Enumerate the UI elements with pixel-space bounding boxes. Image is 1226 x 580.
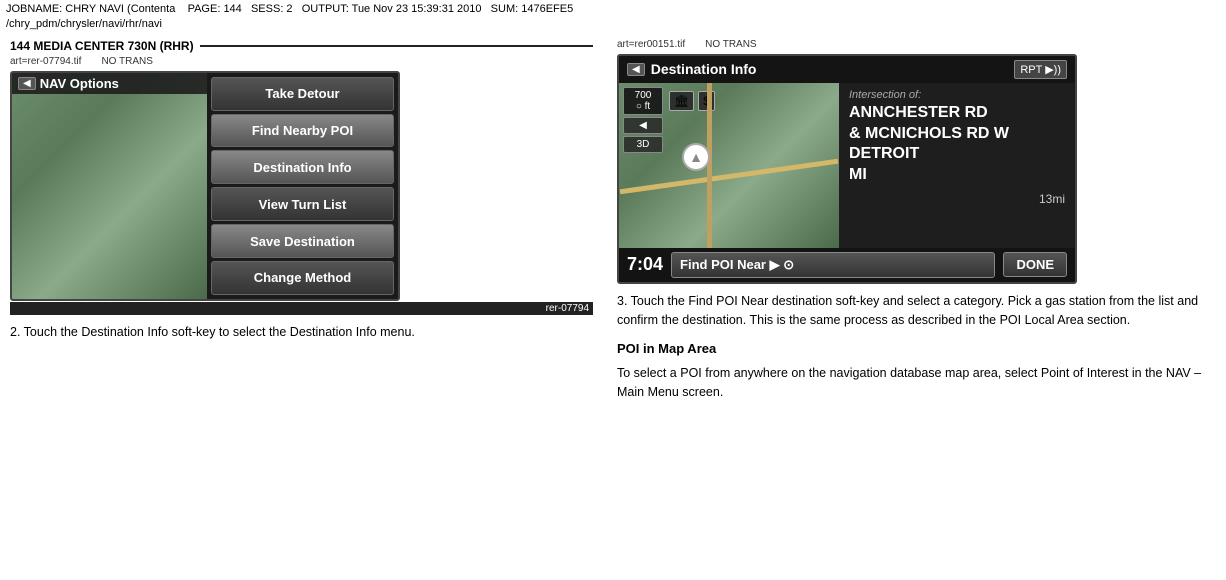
page-content: 144 MEDIA CENTER 730N (RHR) art=rer-0779…	[0, 35, 1226, 407]
header-bar: JOBNAME: CHRY NAVI (Contenta PAGE: 144 S…	[0, 0, 1226, 35]
right-column: art=rer00151.tif NO TRANS ◀ Destination …	[613, 39, 1216, 403]
rer-label: rer-07794	[10, 302, 593, 315]
change-method-button[interactable]: Change Method	[211, 261, 394, 295]
save-destination-button[interactable]: Save Destination	[211, 224, 394, 258]
map-back-button[interactable]: ◀	[623, 117, 663, 134]
nav-menu-buttons: Take Detour Find Nearby POI Destination …	[207, 73, 398, 299]
heading-bar	[200, 45, 593, 47]
find-nearby-poi-button[interactable]: Find Nearby POI	[211, 114, 394, 148]
path-info: /chry_pdm/chrysler/navi/rhr/navi	[6, 18, 162, 30]
intersection-line2: & MCNICHOLS RD W	[849, 124, 1065, 145]
dest-main: 700○ ft ◀ 3D 🏛 $ ▲ Intersection of:	[619, 83, 1075, 248]
section-heading-text: 144 MEDIA CENTER 730N (RHR)	[10, 39, 194, 53]
dest-map-area: 700○ ft ◀ 3D 🏛 $ ▲	[619, 83, 839, 248]
poi-heading: POI in Map Area	[617, 341, 1216, 356]
dest-road-vertical	[707, 83, 712, 248]
job-info: JOBNAME: CHRY NAVI (Contenta	[6, 3, 175, 15]
left-file-label: art=rer-07794.tif NO TRANS	[10, 56, 593, 67]
dest-map-overlay: 700○ ft ◀ 3D	[623, 87, 663, 153]
left-caption: 2. Touch the Destination Info soft-key t…	[10, 323, 593, 342]
find-poi-near-button[interactable]: Find POI Near ▶ ⊙	[671, 252, 995, 278]
left-column: 144 MEDIA CENTER 730N (RHR) art=rer-0779…	[10, 39, 613, 403]
sum-info: SUM: 1476EFE5	[491, 3, 574, 15]
left-file-name: art=rer-07794.tif	[10, 56, 81, 67]
dest-screen: ◀ Destination Info RPT ▶)) 700○ ft ◀ 3D	[617, 54, 1077, 284]
right-no-trans: NO TRANS	[705, 39, 757, 50]
nav-back-button[interactable]: ◀	[18, 77, 36, 90]
dest-bottom-bar: 7:04 Find POI Near ▶ ⊙ DONE	[619, 248, 1075, 282]
dest-direction-arrow: ▲	[682, 143, 710, 171]
intersection-label: Intersection of:	[849, 89, 1065, 101]
sess-info: SESS: 2	[251, 3, 293, 15]
dest-title: Destination Info	[651, 61, 757, 77]
dest-info-panel: Intersection of: ANNCHESTER RD & MCNICHO…	[839, 83, 1075, 248]
destination-info-button[interactable]: Destination Info	[211, 150, 394, 184]
right-file-label: art=rer00151.tif NO TRANS	[617, 39, 1216, 50]
dest-back-button[interactable]: ◀	[627, 63, 645, 76]
rpt-button[interactable]: RPT ▶))	[1014, 60, 1067, 79]
intersection-dist: 13mi	[849, 192, 1065, 206]
right-file-name: art=rer00151.tif	[617, 39, 685, 50]
section-heading: 144 MEDIA CENTER 730N (RHR)	[10, 39, 593, 53]
nav-screen: ◀ NAV Options ▲ METHOD: Faster Route 12:…	[10, 71, 400, 301]
find-poi-label: Find POI Near ▶ ⊙	[680, 257, 794, 273]
dest-time: 7:04	[627, 254, 663, 275]
dest-top-bar: ◀ Destination Info RPT ▶))	[619, 56, 1075, 83]
output-info: OUTPUT: Tue Nov 23 15:39:31 2010	[302, 3, 482, 15]
view-turn-list-button[interactable]: View Turn List	[211, 187, 394, 221]
dest-top-left: ◀ Destination Info	[627, 61, 756, 77]
left-no-trans: NO TRANS	[101, 56, 153, 67]
page-info: PAGE: 144	[188, 3, 242, 15]
nav-title: NAV Options	[40, 76, 119, 91]
poi-icon-museum: 🏛	[669, 91, 694, 111]
intersection-line3: DETROIT	[849, 144, 1065, 165]
intersection-line4: MI	[849, 165, 1065, 186]
nav-map-area: ◀ NAV Options ▲ METHOD: Faster Route 12:…	[12, 73, 207, 299]
intersection-line1: ANNCHESTER RD	[849, 103, 1065, 124]
poi-body: To select a POI from anywhere on the nav…	[617, 364, 1216, 403]
nav-top-bar: ◀ NAV Options	[12, 73, 207, 94]
step3-caption: 3. Touch the Find POI Near destination s…	[617, 292, 1216, 331]
dist-badge: 700○ ft	[623, 87, 663, 115]
dest-road-parkhill	[620, 158, 839, 194]
take-detour-button[interactable]: Take Detour	[211, 77, 394, 111]
map-3d-button[interactable]: 3D	[623, 136, 663, 153]
done-button[interactable]: DONE	[1003, 252, 1067, 277]
